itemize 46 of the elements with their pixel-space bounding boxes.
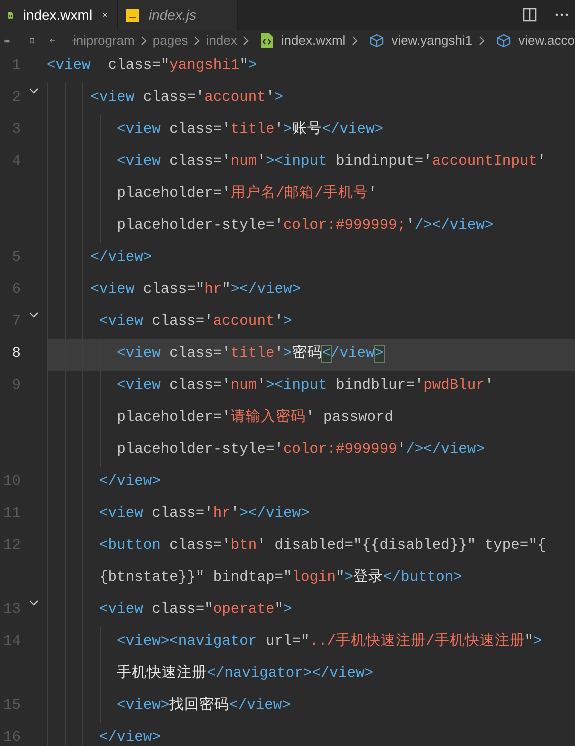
- code-line: <view><navigator url="../手机快速注册/手机快速注册">: [116, 632, 542, 652]
- code-line: placeholder='用户名/邮箱/手机号': [117, 184, 378, 204]
- code-line: </view>: [90, 249, 152, 268]
- breadcrumb-item[interactable]: view.acco: [518, 30, 575, 50]
- breadcrumb-item[interactable]: view.yangshi1: [392, 30, 473, 50]
- fold-chevron-icon[interactable]: [29, 600, 39, 606]
- code-line: <view class="yangshi1">: [47, 57, 258, 76]
- code-line: <view class='hr'></view>: [98, 505, 310, 524]
- js-file-icon: [126, 8, 139, 22]
- code-line: <view class='account'>: [90, 89, 284, 108]
- code-line: <view class='account'>: [98, 313, 292, 332]
- chevron-right-icon: [478, 36, 485, 46]
- code-line: placeholder-style='color:#999999'/></view>: [117, 441, 485, 460]
- code-line: <button class='btn' disabled="{{disabled}}" type="{: [98, 537, 546, 556]
- cube-icon: [370, 34, 384, 48]
- split-editor-icon[interactable]: [523, 8, 537, 22]
- code-line: <view class="hr"></view>: [90, 281, 301, 300]
- breadcrumb-item[interactable]: index.wxml: [281, 30, 346, 50]
- code-line: placeholder='请输入密码' password: [117, 408, 394, 428]
- fold-chevron-icon[interactable]: [29, 312, 39, 318]
- breadcrumb-item[interactable]: pages: [152, 30, 188, 50]
- code-line: </view>: [98, 473, 161, 492]
- chevron-right-icon: [140, 36, 147, 46]
- editor-tab[interactable]: index.wxml: [0, 0, 118, 30]
- cube-icon: [496, 34, 511, 48]
- breadcrumb-item[interactable]: index: [206, 30, 238, 50]
- more-icon[interactable]: [555, 13, 569, 17]
- code-line: <view class='num'><input bindinput='accountInput': [116, 153, 546, 172]
- breadcrumb-item[interactable]: iniprogram: [73, 30, 135, 50]
- chevron-right-icon: [352, 36, 358, 46]
- chevron-right-icon: [243, 36, 250, 46]
- code-file-icon: [261, 33, 274, 48]
- close-icon[interactable]: [102, 10, 107, 20]
- code-line: <view class='num'><input bindblur='pwdBlur': [116, 377, 494, 396]
- fold-chevron-icon[interactable]: [29, 88, 39, 94]
- editor-tab[interactable]: index.js: [118, 0, 238, 30]
- code-line: </view>: [98, 729, 161, 746]
- code-line: 手机快速注册</navigator></view>: [117, 664, 374, 684]
- line-number: 8: [11, 345, 21, 364]
- code-line: <view class='title'>账号</view>: [116, 120, 384, 140]
- code-line: {btnstate}}" bindtap="login">登录</button>: [100, 568, 462, 588]
- code-line: <view>找回密码</view>: [116, 696, 291, 716]
- code-line: <view class="operate">: [98, 601, 292, 620]
- code-line: <view class='title'>密码</view>: [116, 344, 384, 364]
- code-line: placeholder-style='color:#999999;'/></view>: [117, 217, 494, 236]
- chevron-right-icon: [194, 36, 200, 46]
